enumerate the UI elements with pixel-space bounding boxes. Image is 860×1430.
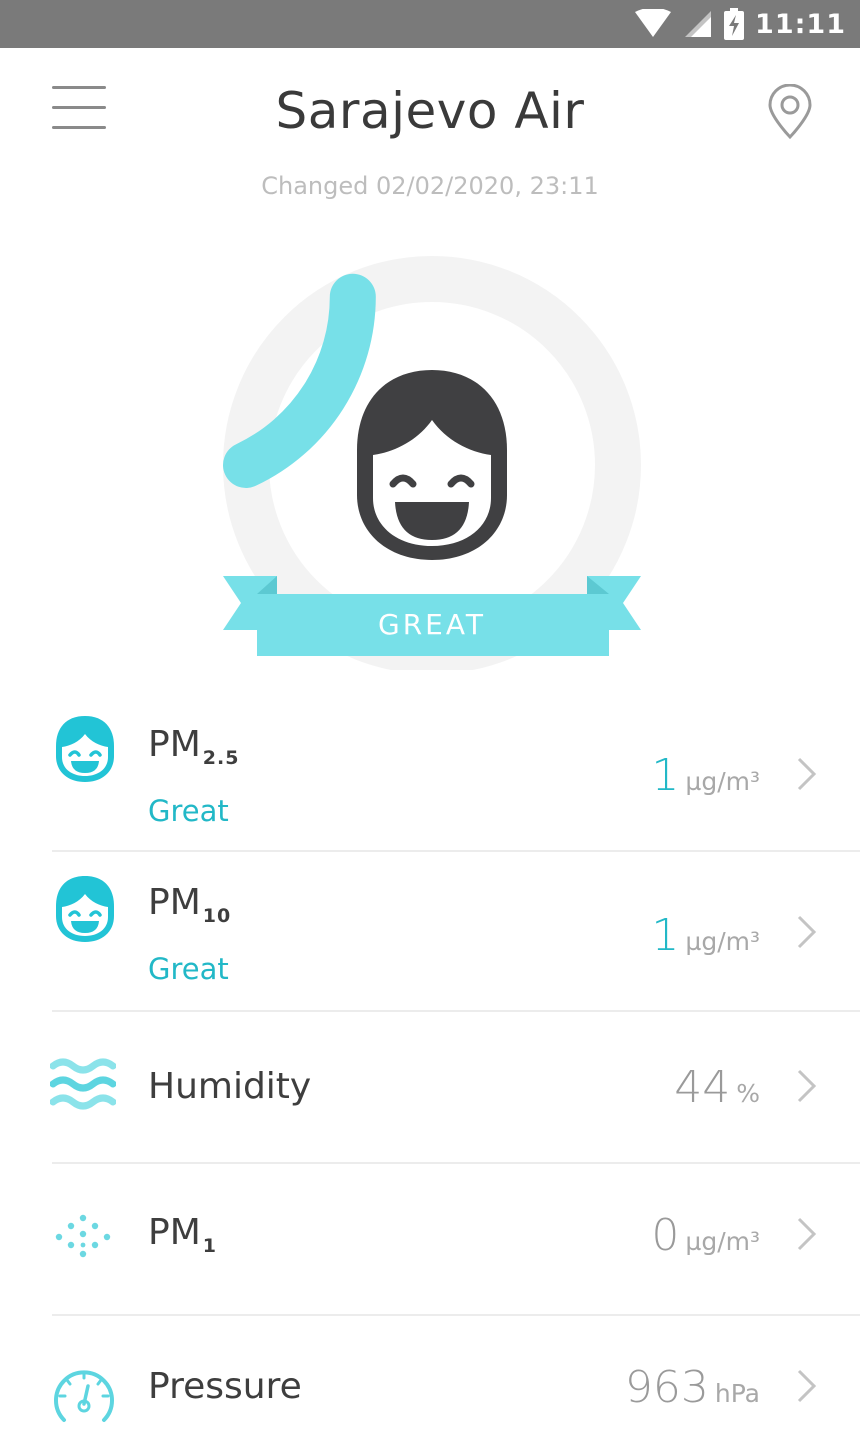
wifi-icon [635, 9, 672, 37]
status-time: 11:11 [755, 8, 846, 40]
chevron-right-icon [797, 1217, 817, 1251]
metric-status: Great [148, 952, 229, 986]
metric-value: 44% [674, 1062, 760, 1113]
battery-charging-icon [724, 8, 745, 40]
metric-name: Humidity [148, 1066, 312, 1107]
location-pin-icon[interactable] [764, 84, 816, 140]
metric-value: 1 µg/m³ [651, 750, 760, 801]
metric-value: 0 µg/m³ [651, 1210, 760, 1261]
metric-name: PM 1 [148, 1212, 218, 1257]
metric-row-pm25[interactable]: PM 2.5 Great 1 µg/m³ [0, 690, 860, 852]
metric-row-pressure[interactable]: Pressure 963 hPa [0, 1316, 860, 1430]
happy-face-icon [357, 370, 507, 560]
happy-face-icon [56, 716, 114, 782]
gauge-graphic [223, 256, 641, 670]
quality-label: GREAT [378, 608, 486, 641]
metric-value: 1 µg/m³ [651, 910, 760, 961]
app-header: Sarajevo Air Changed 02/02/2020, 23:11 [0, 48, 860, 218]
chevron-right-icon [797, 757, 817, 791]
status-icons: 11:11 [633, 0, 846, 48]
chevron-right-icon [797, 1069, 817, 1103]
chevron-right-icon [797, 915, 817, 949]
metric-row-pm1[interactable]: PM 1 0 µg/m³ [0, 1164, 860, 1316]
metric-value: 963 hPa [624, 1362, 760, 1413]
metric-name: Pressure [148, 1366, 302, 1407]
chevron-right-icon [797, 1369, 817, 1403]
signal-icon [685, 11, 712, 37]
metric-name: PM 10 [148, 882, 232, 927]
metric-name: PM 2.5 [148, 724, 240, 769]
happy-face-icon [56, 876, 114, 942]
metric-status: Great [148, 794, 229, 828]
page-title: Sarajevo Air [275, 82, 585, 140]
status-bar: 11:11 [0, 0, 860, 48]
last-changed-text: Changed 02/02/2020, 23:11 [261, 172, 599, 200]
metric-row-humidity[interactable]: Humidity 44% [0, 1012, 860, 1164]
dots-icon [55, 1214, 111, 1258]
waves-icon [50, 1058, 116, 1110]
metric-row-pm10[interactable]: PM 10 Great 1 µg/m³ [0, 852, 860, 1012]
air-quality-gauge: GREAT [215, 250, 655, 670]
gauge-icon [54, 1370, 114, 1422]
